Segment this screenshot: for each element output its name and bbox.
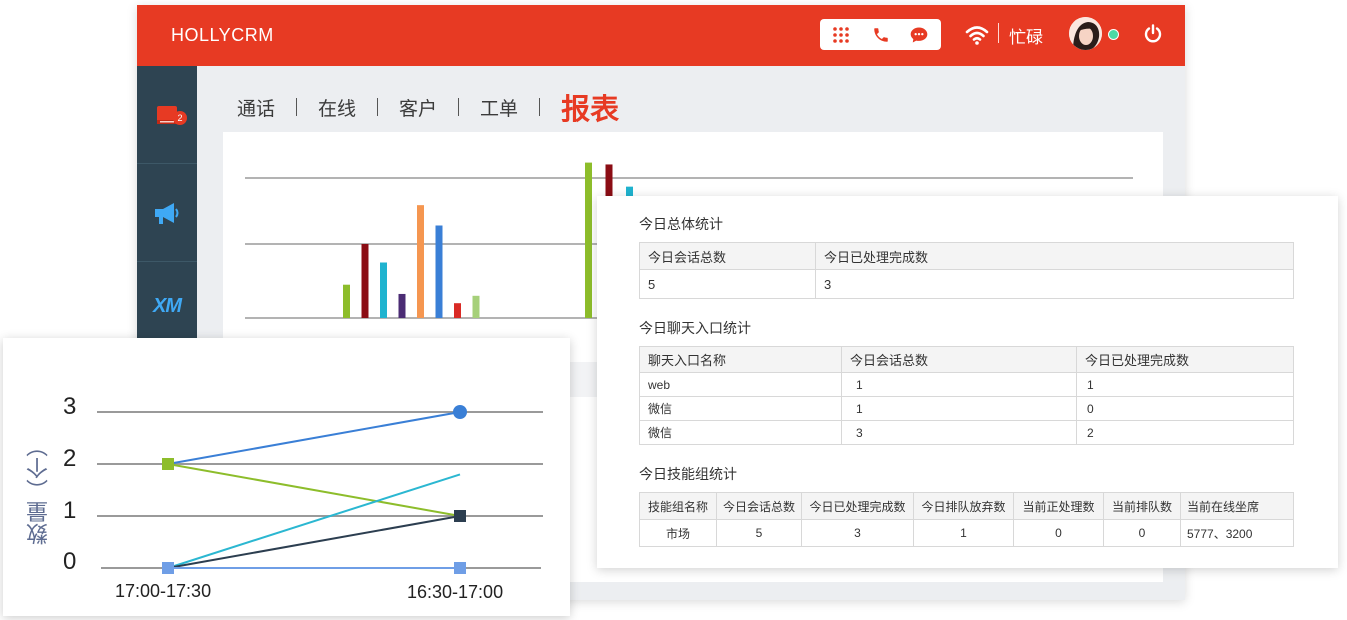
y-tick-label: 3 [63, 393, 77, 420]
table-header: 当前正处理数 [1013, 492, 1104, 520]
table-cell: 3 [815, 269, 1294, 299]
y-axis-label: 数量（个） [26, 435, 51, 545]
tab-divider [296, 98, 298, 116]
skill-group-stats-title: 今日技能组统计 [639, 466, 737, 482]
y-tick-label: 0 [63, 548, 77, 575]
bar [454, 303, 461, 318]
table-cell: 1 [1076, 372, 1294, 397]
online-status-dot [1108, 29, 1119, 40]
tab-divider [458, 98, 460, 116]
bar [472, 295, 480, 318]
table-cell: 2 [1076, 420, 1294, 445]
table-cell: 1 [841, 396, 1077, 421]
table-header: 今日会话总数 [841, 346, 1077, 373]
data-point [453, 405, 467, 419]
table-header: 当前排队数 [1103, 492, 1181, 520]
table-header: 今日已处理完成数 [801, 492, 914, 520]
bar [417, 205, 424, 318]
bar [343, 284, 350, 318]
table-row: 市场 5 3 1 0 0 5777、3200 [639, 519, 1294, 547]
dialpad-icon[interactable] [826, 19, 856, 50]
tab-report[interactable]: 报表 [561, 86, 619, 128]
statistics-panel: 今日总体统计 今日会话总数 今日已处理完成数 5 3 今日聊天入口统计 聊天入口… [597, 196, 1338, 568]
table-cell: 微信 [639, 396, 842, 421]
bar [361, 244, 369, 318]
table-cell: 0 [1076, 396, 1294, 421]
overall-stats-title: 今日总体统计 [639, 216, 723, 232]
data-point [162, 562, 174, 574]
table-row: 微信 3 2 [639, 420, 1294, 445]
y-tick-label: 2 [63, 445, 77, 472]
table-header: 聊天入口名称 [639, 346, 842, 373]
data-point [162, 458, 174, 470]
table-cell: 0 [1013, 519, 1104, 547]
table-cell: 5777、3200 [1180, 519, 1294, 547]
agent-status[interactable]: 忙碌 [1009, 23, 1043, 48]
wifi-icon[interactable] [965, 24, 989, 46]
table-header: 今日排队放弃数 [913, 492, 1014, 520]
table-cell: 0 [1103, 519, 1181, 547]
y-tick-label: 1 [63, 497, 77, 524]
tab-customer[interactable]: 客户 [399, 94, 437, 121]
overall-stats-table: 今日会话总数 今日已处理完成数 5 3 [639, 242, 1294, 299]
tab-divider [539, 98, 541, 116]
xm-logo-icon: XM [153, 294, 182, 317]
table-header: 今日会话总数 [639, 242, 816, 270]
report-tabs: 通话 在线 客户 工单 报表 [237, 87, 619, 127]
screenshot-stage: HOLLYCRM 忙碌 2 XM 通话 在线 客户 工单 报表 今日总体统计 今… [0, 0, 1347, 620]
skill-group-stats-table: 技能组名称 今日会话总数 今日已处理完成数 今日排队放弃数 当前正处理数 当前排… [639, 492, 1294, 547]
top-bar: HOLLYCRM 忙碌 [137, 5, 1185, 66]
megaphone-icon [155, 202, 179, 224]
bar [435, 225, 443, 318]
series-line [167, 411, 461, 465]
table-cell: 3 [801, 519, 914, 547]
avatar[interactable] [1069, 17, 1102, 50]
table-cell: web [639, 372, 842, 397]
table-cell: 1 [841, 372, 1077, 397]
table-header: 当前在线坐席 [1180, 492, 1294, 520]
series-line [167, 463, 461, 517]
table-cell: 市场 [639, 519, 717, 547]
series-line [167, 473, 461, 569]
table-cell: 5 [639, 269, 816, 299]
chat-icon[interactable] [904, 19, 934, 50]
x-tick-label: 17:00-17:30 [115, 581, 212, 601]
tab-ticket[interactable]: 工单 [480, 94, 518, 121]
table-header: 技能组名称 [639, 492, 717, 520]
line-chart-card: 数量（个） 3 2 1 0 17:00-17:30 16:30-17:00 [3, 338, 570, 616]
sidebar-item-book[interactable]: 2 [137, 66, 197, 164]
table-cell: 微信 [639, 420, 842, 445]
table-row: web 1 1 [639, 372, 1294, 397]
table-row: 微信 1 0 [639, 396, 1294, 421]
sidebar-item-broadcast[interactable] [137, 164, 197, 262]
notification-badge: 2 [173, 111, 187, 125]
tab-call[interactable]: 通话 [237, 94, 275, 121]
chat-entry-stats-title: 今日聊天入口统计 [639, 320, 751, 336]
series-line [167, 515, 461, 569]
brand-logo: HOLLYCRM [171, 25, 274, 45]
table-cell: 3 [841, 420, 1077, 445]
chat-entry-stats-table: 聊天入口名称 今日会话总数 今日已处理完成数 web 1 1 微信 1 0 微信 [639, 346, 1294, 445]
table-cell: 1 [913, 519, 1014, 547]
power-icon[interactable] [1142, 23, 1164, 45]
bar [380, 262, 387, 318]
data-point [454, 510, 466, 522]
line-chart [97, 405, 543, 574]
tab-divider [377, 98, 379, 116]
table-row: 5 3 [639, 269, 1294, 299]
bar [585, 162, 592, 318]
x-tick-label: 16:30-17:00 [407, 582, 504, 602]
table-cell: 5 [716, 519, 802, 547]
status-separator [998, 23, 999, 43]
phone-icon[interactable] [866, 19, 896, 50]
bar [398, 293, 406, 318]
data-point [454, 562, 466, 574]
table-header: 今日已处理完成数 [1076, 346, 1294, 373]
communication-toolbar [820, 19, 941, 50]
table-header: 今日会话总数 [716, 492, 802, 520]
table-header: 今日已处理完成数 [815, 242, 1294, 270]
tab-online[interactable]: 在线 [318, 94, 356, 121]
sidebar-item-xm[interactable]: XM [137, 262, 197, 342]
